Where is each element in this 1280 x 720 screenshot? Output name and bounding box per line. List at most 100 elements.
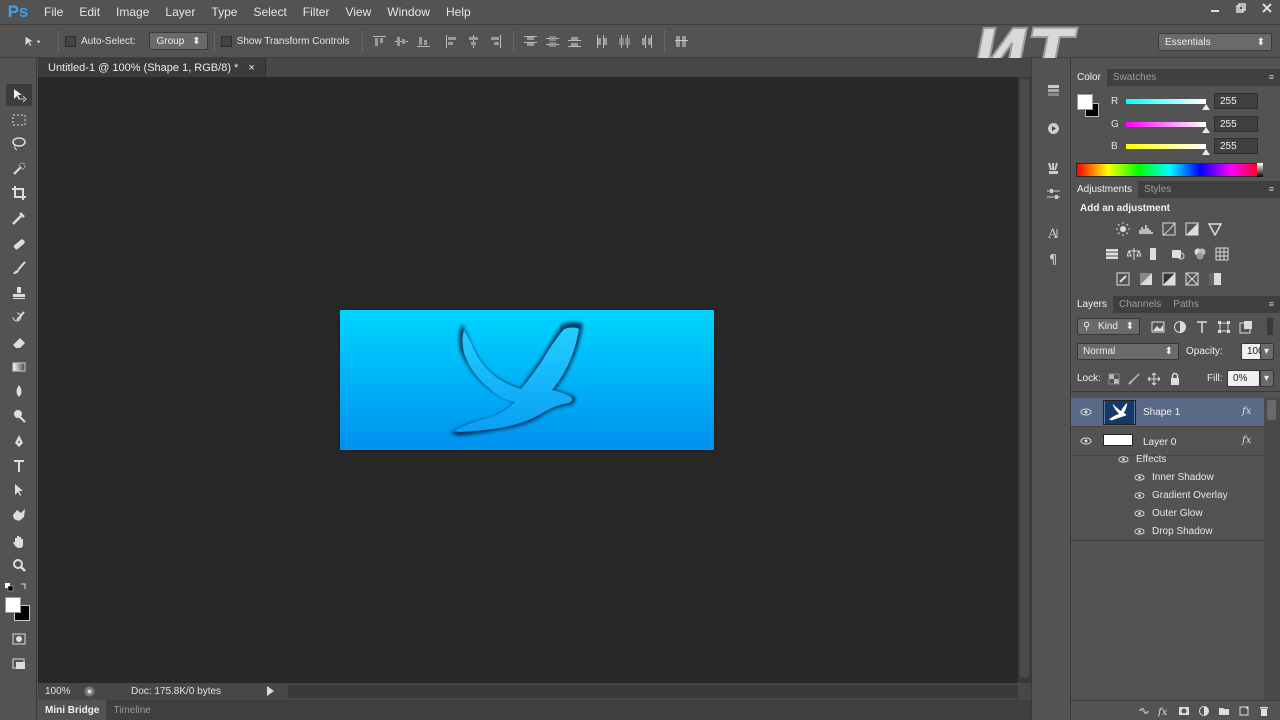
gradient-map-button[interactable]	[1183, 270, 1200, 287]
layer-effects-badge[interactable]: fx	[1242, 406, 1251, 417]
effect-name[interactable]: Inner Shadow	[1152, 472, 1214, 483]
visibility-eye-icon[interactable]	[1134, 472, 1145, 483]
lasso-tool[interactable]	[6, 133, 32, 155]
align-right-button[interactable]	[487, 32, 505, 50]
hue-saturation-button[interactable]	[1103, 245, 1120, 262]
opacity-dropdown-button[interactable]: ▾	[1260, 343, 1274, 360]
menu-edit[interactable]: Edit	[71, 0, 108, 24]
gradient-tool[interactable]	[6, 356, 32, 378]
add-mask-icon[interactable]	[1178, 705, 1190, 717]
tab-layers[interactable]: Layers	[1071, 296, 1114, 313]
vertical-scrollbar-thumb[interactable]	[1020, 79, 1029, 677]
align-top-button[interactable]	[371, 32, 389, 50]
tab-mini-bridge[interactable]: Mini Bridge	[38, 700, 107, 720]
filter-shape-button[interactable]	[1215, 318, 1232, 335]
align-left-button[interactable]	[443, 32, 461, 50]
eyedropper-tool[interactable]	[6, 207, 32, 229]
new-adjustment-layer-icon[interactable]	[1198, 705, 1210, 717]
quick-selection-tool[interactable]	[6, 158, 32, 180]
menu-type[interactable]: Type	[203, 0, 245, 24]
green-value[interactable]: 255	[1214, 116, 1258, 132]
layer-thumbnail[interactable]	[1103, 434, 1133, 446]
filter-pixel-button[interactable]	[1149, 318, 1166, 335]
tab-adjustments[interactable]: Adjustments	[1071, 181, 1139, 198]
levels-button[interactable]	[1137, 220, 1154, 237]
move-tool-preset-picker[interactable]	[16, 32, 50, 50]
visibility-eye-icon[interactable]	[1134, 526, 1145, 537]
menu-help[interactable]: Help	[438, 0, 479, 24]
brush-presets-panel-button[interactable]	[1043, 158, 1063, 178]
add-layer-style-icon[interactable]: fx	[1158, 705, 1170, 717]
lock-position-button[interactable]	[1145, 370, 1162, 387]
zoom-tool[interactable]	[6, 555, 32, 577]
blue-value[interactable]: 255	[1214, 138, 1258, 154]
layer-filter-kind[interactable]: ⚲ Kind ⬍	[1077, 318, 1140, 335]
effect-name[interactable]: Drop Shadow	[1152, 526, 1213, 537]
effect-row-drop-shadow[interactable]: Drop Shadow	[1071, 522, 1264, 540]
clone-stamp-tool[interactable]	[6, 282, 32, 304]
layer-name[interactable]: Layer 0	[1143, 437, 1176, 448]
menu-image[interactable]: Image	[108, 0, 157, 24]
lock-transparency-button[interactable]	[1105, 370, 1122, 387]
distribute-vcenter-button[interactable]	[544, 32, 562, 50]
visibility-eye-icon[interactable]	[1134, 508, 1145, 519]
dodge-tool[interactable]	[6, 405, 32, 427]
distribute-right-button[interactable]	[638, 32, 656, 50]
visibility-eye-icon[interactable]	[1118, 454, 1129, 465]
status-preview-icon[interactable]	[82, 685, 96, 699]
new-group-icon[interactable]	[1218, 705, 1230, 717]
minimize-button[interactable]	[1202, 0, 1228, 16]
horizontal-scrollbar[interactable]	[288, 685, 1018, 698]
default-colors-button[interactable]	[4, 581, 30, 593]
filter-type-button[interactable]	[1193, 318, 1210, 335]
pen-tool[interactable]	[6, 430, 32, 452]
brush-tool[interactable]	[6, 257, 32, 279]
red-track[interactable]	[1126, 98, 1210, 110]
fill-dropdown-button[interactable]: ▾	[1260, 370, 1274, 387]
color-balance-button[interactable]	[1125, 245, 1142, 262]
zoom-field[interactable]: 100%	[38, 686, 82, 697]
menu-select[interactable]: Select	[245, 0, 294, 24]
screen-mode-button[interactable]	[6, 653, 32, 675]
menu-window[interactable]: Window	[379, 0, 438, 24]
threshold-button[interactable]	[1160, 270, 1177, 287]
marquee-tool[interactable]	[6, 109, 32, 131]
tab-swatches[interactable]: Swatches	[1107, 69, 1162, 86]
green-slider[interactable]: G 255	[1071, 113, 1280, 135]
filter-toggle[interactable]	[1267, 318, 1273, 335]
path-selection-tool[interactable]	[6, 479, 32, 501]
actions-panel-button[interactable]	[1043, 118, 1063, 138]
history-panel-button[interactable]	[1043, 80, 1063, 100]
document-canvas[interactable]	[340, 310, 714, 450]
color-lookup-button[interactable]	[1213, 245, 1230, 262]
healing-brush-tool[interactable]	[6, 233, 32, 255]
layer-thumbnail[interactable]	[1103, 400, 1136, 425]
close-button[interactable]	[1254, 0, 1280, 16]
auto-select-dropdown[interactable]: Group ⬍	[149, 32, 208, 50]
hand-tool[interactable]	[6, 531, 32, 553]
filter-smart-object-button[interactable]	[1237, 318, 1254, 335]
red-slider[interactable]: R 255	[1071, 90, 1280, 112]
visibility-eye-icon[interactable]	[1080, 406, 1092, 418]
new-layer-icon[interactable]	[1238, 705, 1250, 717]
show-transform-toggle[interactable]: Show Transform Controls	[220, 35, 350, 47]
link-layers-icon[interactable]	[1138, 705, 1150, 717]
show-transform-checkbox[interactable]	[220, 35, 232, 47]
document-tab[interactable]: Untitled-1 @ 100% (Shape 1, RGB/8) * ×	[38, 58, 266, 77]
green-thumb[interactable]	[1202, 126, 1210, 133]
type-tool[interactable]	[6, 455, 32, 477]
channel-mixer-button[interactable]	[1191, 245, 1208, 262]
filter-adjustment-button[interactable]	[1171, 318, 1188, 335]
color-bw-ramp[interactable]	[1257, 163, 1263, 177]
align-hcenter-button[interactable]	[465, 32, 483, 50]
character-panel-button[interactable]: A	[1043, 222, 1063, 242]
exposure-button[interactable]	[1183, 220, 1200, 237]
lock-all-button[interactable]	[1166, 370, 1183, 387]
custom-shape-tool[interactable]	[6, 504, 32, 526]
effect-row-gradient-overlay[interactable]: Gradient Overlay	[1071, 486, 1264, 504]
red-value[interactable]: 255	[1214, 93, 1258, 109]
paragraph-panel-button[interactable]: ¶	[1043, 248, 1063, 268]
workspace-switcher[interactable]: Essentials ⬍	[1158, 33, 1272, 51]
menu-view[interactable]: View	[337, 0, 379, 24]
lock-pixels-button[interactable]	[1125, 370, 1142, 387]
